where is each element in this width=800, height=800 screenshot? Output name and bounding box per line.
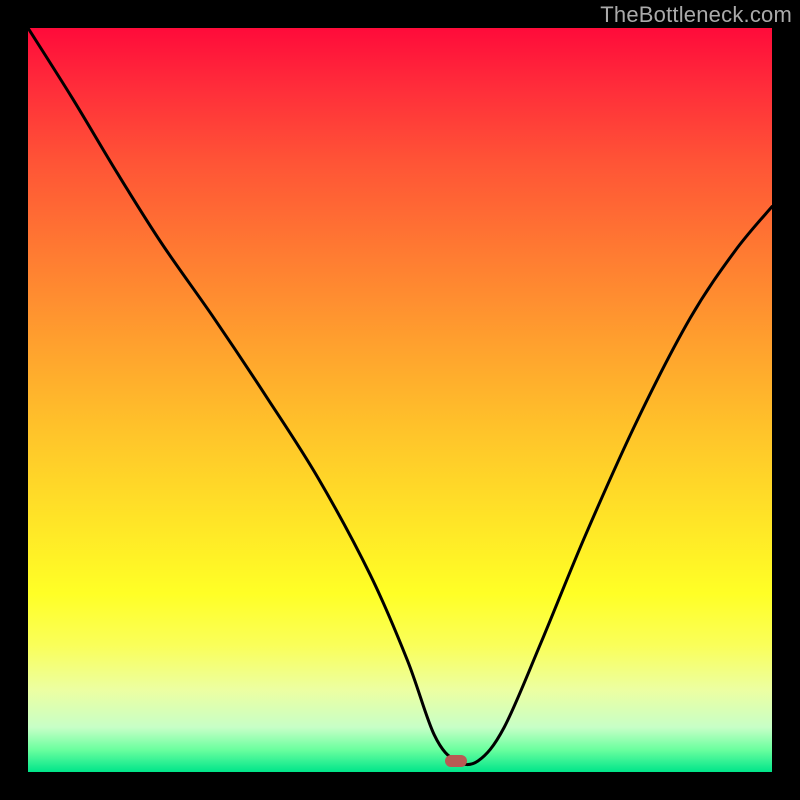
optimal-point-marker xyxy=(445,755,467,767)
chart-frame: TheBottleneck.com xyxy=(0,0,800,800)
watermark-label: TheBottleneck.com xyxy=(600,2,792,28)
chart-plot-area xyxy=(28,28,772,772)
bottleneck-curve xyxy=(28,28,772,772)
